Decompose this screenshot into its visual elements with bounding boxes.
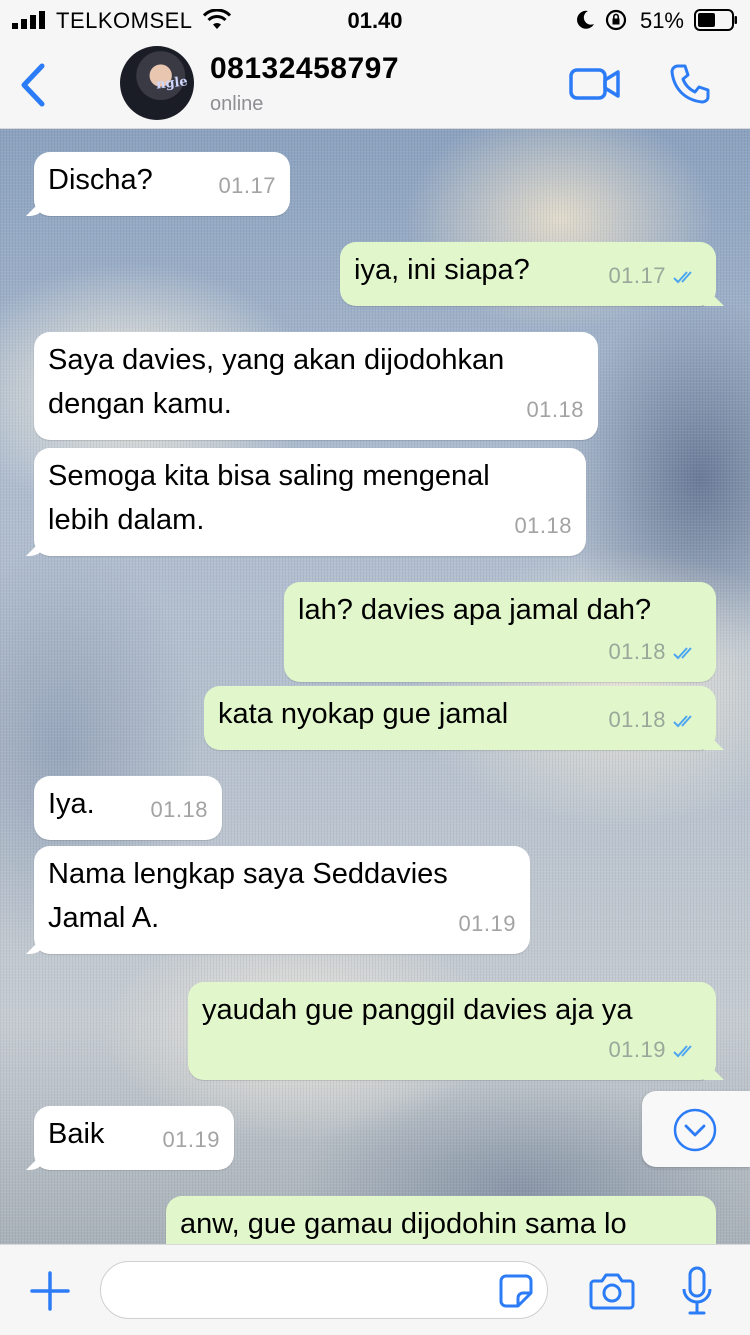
message-outgoing[interactable]: kata nyokap gue jamal 01.18: [204, 686, 716, 750]
message-text: Semoga kita bisa saling mengenal lebih d…: [48, 460, 490, 536]
battery-percentage: 51%: [639, 8, 684, 33]
message-time: 01.18: [150, 797, 208, 822]
message-input[interactable]: [100, 1261, 548, 1319]
avatar-caption: ngle: [155, 74, 189, 93]
message-outgoing[interactable]: lah? davies apa jamal dah? 01.18: [284, 582, 716, 682]
message-outgoing[interactable]: iya, ini siapa? 01.17: [340, 242, 716, 306]
sticker-icon[interactable]: [498, 1273, 534, 1309]
chat-area[interactable]: Discha? 01.17 iya, ini siapa? 01.17 Saya…: [0, 129, 750, 1244]
message-time: 01.19: [608, 1037, 666, 1062]
message-time: 01.18: [608, 707, 666, 732]
message-time: 01.18: [526, 397, 584, 422]
message-incoming[interactable]: Discha? 01.17: [34, 152, 290, 216]
message-meta: 01.19: [608, 1028, 702, 1072]
battery-icon: [694, 9, 737, 31]
phone-icon[interactable]: [668, 62, 712, 106]
scroll-down-icon: [673, 1108, 717, 1152]
message-incoming[interactable]: Saya davies, yang akan dijodohkan dengan…: [34, 332, 598, 440]
do-not-disturb-moon-icon: [577, 10, 594, 29]
message-time: 01.17: [218, 173, 276, 198]
video-call-icon[interactable]: [568, 64, 622, 104]
camera-icon[interactable]: [588, 1271, 636, 1311]
message-time: 01.17: [608, 263, 666, 288]
contact-avatar[interactable]: ngle: [120, 46, 194, 120]
message-text: lah? davies apa jamal dah?: [298, 594, 652, 626]
orientation-lock-icon: [605, 9, 627, 31]
message-time: 01.18: [608, 639, 666, 664]
contact-status: online: [210, 93, 264, 115]
plus-icon[interactable]: [28, 1269, 72, 1313]
back-chevron-icon[interactable]: [14, 60, 54, 110]
message-outgoing[interactable]: anw, gue gamau dijodohin sama lo: [166, 1196, 716, 1244]
message-incoming[interactable]: Nama lengkap saya Seddavies Jamal A. 01.…: [34, 846, 530, 954]
contact-name[interactable]: 08132458797: [210, 52, 399, 86]
message-input-bar: [0, 1244, 750, 1335]
message-meta: 01.17: [608, 254, 702, 298]
message-meta: 01.18: [608, 630, 702, 674]
double-check-icon: [673, 1045, 692, 1058]
message-text: yaudah gue panggil davies aja ya: [202, 994, 633, 1026]
message-time: 01.19: [458, 911, 516, 936]
scroll-to-bottom-button[interactable]: [642, 1091, 750, 1167]
message-outgoing[interactable]: yaudah gue panggil davies aja ya 01.19: [188, 982, 716, 1080]
double-check-icon: [673, 271, 692, 284]
message-incoming[interactable]: Iya. 01.18: [34, 776, 222, 840]
message-time: 01.19: [162, 1127, 220, 1152]
message-meta: 01.18: [608, 698, 702, 742]
message-incoming[interactable]: Semoga kita bisa saling mengenal lebih d…: [34, 448, 586, 556]
message-time: 01.18: [514, 513, 572, 538]
double-check-icon: [673, 715, 692, 728]
message-text: Saya davies, yang akan dijodohkan dengan…: [48, 344, 505, 420]
message-text: Nama lengkap saya Seddavies Jamal A.: [48, 858, 448, 934]
status-bar: TELKOMSEL 01.40 51%: [0, 0, 750, 40]
message-incoming[interactable]: Baik 01.19: [34, 1106, 234, 1170]
double-check-icon: [673, 647, 692, 660]
microphone-icon[interactable]: [680, 1265, 714, 1317]
clock: 01.40: [347, 8, 403, 33]
message-text: anw, gue gamau dijodohin sama lo: [180, 1208, 627, 1240]
chat-header: ngle 08132458797 online: [0, 40, 750, 129]
